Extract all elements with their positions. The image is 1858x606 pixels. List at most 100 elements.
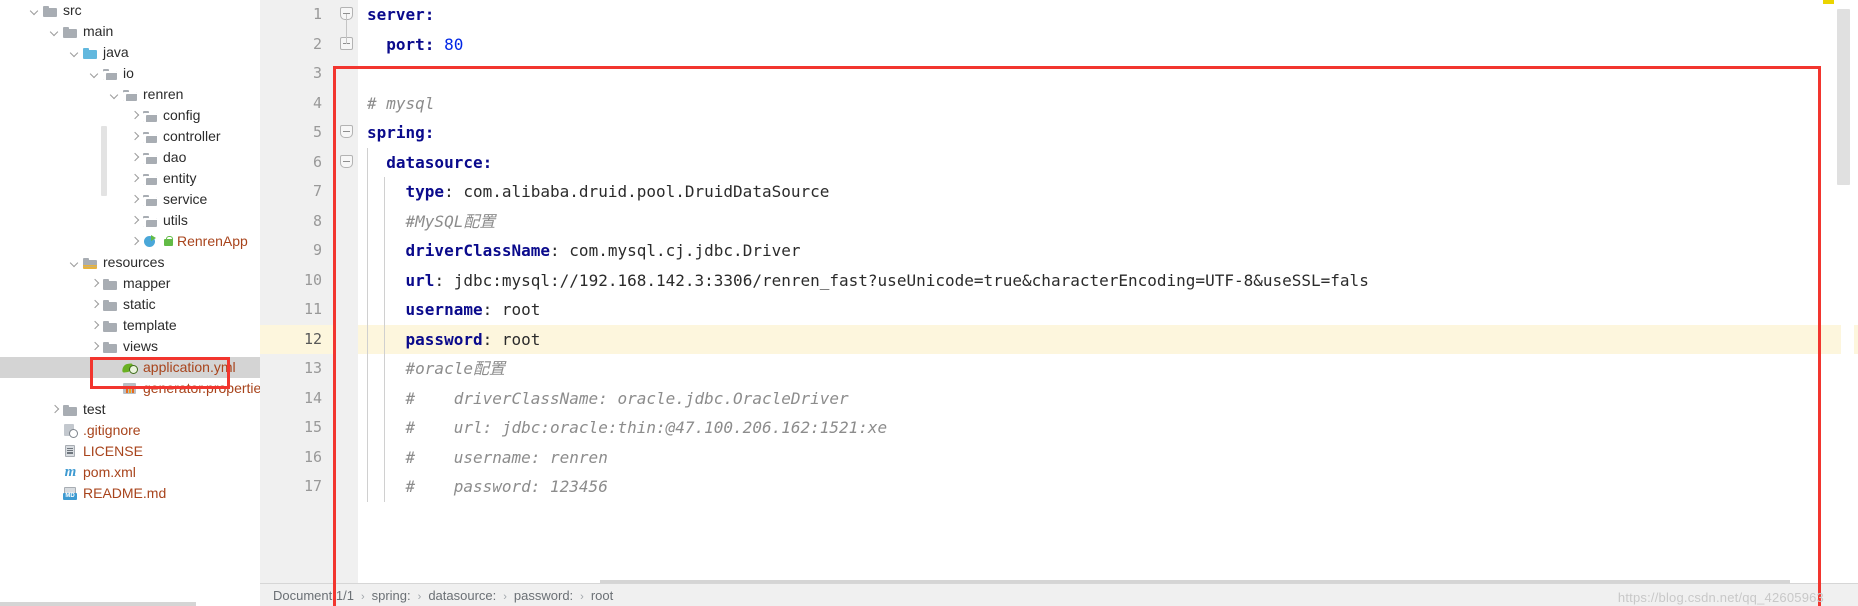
tree-item-views[interactable]: views [0, 336, 260, 357]
code-line[interactable]: #oracle配置 [358, 354, 1858, 384]
run-gutter-icon[interactable] [163, 235, 175, 248]
code-line[interactable]: spring: [358, 118, 1858, 148]
chevron-right-icon[interactable] [128, 130, 141, 143]
chevron-right-icon[interactable] [128, 151, 141, 164]
chevron-right-icon[interactable] [128, 214, 141, 227]
project-tree-pane[interactable]: src main java io renren config controller dao en… [0, 0, 260, 606]
code-line[interactable]: # url: jdbc:oracle:thin:@47.100.206.162:… [358, 413, 1858, 443]
tree-item-entity[interactable]: entity [0, 168, 260, 189]
fold-cell [336, 89, 358, 119]
folder-icon [102, 297, 119, 312]
folder-src-icon [82, 45, 99, 60]
tree-item-service[interactable]: service [0, 189, 260, 210]
code-line[interactable]: datasource: [358, 148, 1858, 178]
tree-horizontal-scrollbar[interactable] [0, 602, 196, 606]
chevron-right-icon[interactable] [128, 235, 141, 248]
breadcrumb[interactable]: Document 1/1 › spring: › datasource: › passwor… [260, 583, 1858, 606]
tree-item-generator-propertie[interactable]: generator.propertie [0, 378, 260, 399]
code-line[interactable]: # username: renren [358, 443, 1858, 473]
chevron-right-icon[interactable] [128, 109, 141, 122]
chevron-down-icon[interactable] [88, 67, 101, 80]
chevron-right-icon[interactable] [88, 319, 101, 332]
tree-item-config[interactable]: config [0, 105, 260, 126]
tree-item-utils[interactable]: utils [0, 210, 260, 231]
tree-item-main[interactable]: main [0, 21, 260, 42]
chevron-down-icon[interactable] [68, 46, 81, 59]
breadcrumb-item[interactable]: root [591, 588, 613, 603]
tree-item-mapper[interactable]: mapper [0, 273, 260, 294]
tree-item-readme-md[interactable]: README.md [0, 483, 260, 504]
code-line[interactable]: url: jdbc:mysql://192.168.142.3:3306/ren… [358, 266, 1858, 296]
tree-item-java[interactable]: java [0, 42, 260, 63]
code-token-cm: #oracle配置 [367, 359, 505, 378]
chevron-right-icon[interactable] [88, 298, 101, 311]
code-folding-gutter[interactable] [336, 0, 358, 584]
fold-collapse-icon[interactable] [340, 154, 353, 168]
code-line[interactable]: # driverClassName: oracle.jdbc.OracleDri… [358, 384, 1858, 414]
tree-item-test[interactable]: test [0, 399, 260, 420]
tree-item-template[interactable]: template [0, 315, 260, 336]
code-line[interactable]: # mysql [358, 89, 1858, 119]
fold-collapse-icon[interactable] [340, 125, 353, 138]
chevron-down-icon[interactable] [48, 25, 61, 38]
breadcrumb-separator: › [580, 590, 584, 603]
chevron-right-icon[interactable] [128, 193, 141, 206]
breadcrumb-item[interactable]: spring: [372, 588, 411, 603]
breadcrumb-item[interactable]: password: [514, 588, 573, 603]
tree-item-license[interactable]: LICENSE [0, 441, 260, 462]
breadcrumb-item[interactable]: datasource: [428, 588, 496, 603]
chevron-down-icon[interactable] [108, 88, 121, 101]
tree-item-io[interactable]: io [0, 63, 260, 84]
folder-icon [62, 24, 79, 39]
editor-vertical-scrollbar-thumb[interactable] [1837, 9, 1850, 185]
tree-vertical-scrollbar-thumb[interactable] [101, 126, 107, 196]
tree-item--gitignore[interactable]: .gitignore [0, 420, 260, 441]
code-line[interactable]: port: 80 [358, 30, 1858, 60]
chevron-down-icon[interactable] [68, 256, 81, 269]
tree-item-controller[interactable]: controller [0, 126, 260, 147]
chevron-right-icon[interactable] [48, 403, 61, 416]
tree-item-src[interactable]: src [0, 0, 260, 21]
tree-item-renrenapp[interactable]: RenrenApp [0, 231, 260, 252]
code-line[interactable]: username: root [358, 295, 1858, 325]
tree-item-pom-xml[interactable]: m pom.xml [0, 462, 260, 483]
tree-item-application-yml[interactable]: application.yml [0, 357, 260, 378]
folder-pkg-icon [142, 129, 159, 144]
editor-vertical-scrollbar[interactable] [1837, 0, 1854, 584]
code-editor-pane[interactable]: 1 2 3 4 5 6 7 8 9 10 11 12 13 14 15 16 17 server: port: … [260, 0, 1858, 606]
code-line[interactable]: driverClassName: com.mysql.cj.jdbc.Drive… [358, 236, 1858, 266]
chevron-right-icon[interactable] [88, 277, 101, 290]
md-icon [62, 486, 79, 501]
tree-item-dao[interactable]: dao [0, 147, 260, 168]
code-line[interactable]: # password: 123456 [358, 472, 1858, 502]
tree-item-static[interactable]: static [0, 294, 260, 315]
code-token-v: : root [482, 300, 541, 319]
chevron-right-icon[interactable] [88, 340, 101, 353]
breadcrumb-item[interactable]: Document 1/1 [273, 588, 354, 603]
code-line[interactable]: type: com.alibaba.druid.pool.DruidDataSo… [358, 177, 1858, 207]
folder-icon [62, 402, 79, 417]
chevron-right-icon[interactable] [128, 172, 141, 185]
fold-cell [336, 207, 358, 237]
line-number: 1 [312, 5, 322, 23]
code-line[interactable]: server: [358, 0, 1858, 30]
chevron-down-icon[interactable] [28, 4, 41, 17]
tree-item-label: service [163, 191, 208, 207]
line-number-gutter: 1 2 3 4 5 6 7 8 9 10 11 12 13 14 15 16 17 [260, 0, 336, 584]
project-tree-list[interactable]: src main java io renren config controller dao en… [0, 0, 260, 504]
code-line[interactable]: #MySQL配置 [358, 207, 1858, 237]
breadcrumb-separator: › [503, 590, 507, 603]
code-area[interactable]: 1 2 3 4 5 6 7 8 9 10 11 12 13 14 15 16 17 server: port: … [260, 0, 1858, 584]
code-token-cm: # username: renren [367, 447, 608, 467]
tree-item-resources[interactable]: resources [0, 252, 260, 273]
folder-pkg-icon [142, 108, 159, 123]
code-text[interactable]: server: port: 80 # mysql spring: datasour… [358, 0, 1858, 584]
gitign-icon [62, 423, 79, 438]
code-line[interactable]: password: root [358, 324, 1858, 354]
tree-item-label: resources [103, 254, 165, 270]
code-line[interactable] [358, 59, 1858, 89]
error-stripe-marker[interactable] [1823, 0, 1834, 4]
tree-item-renren[interactable]: renren [0, 84, 260, 105]
